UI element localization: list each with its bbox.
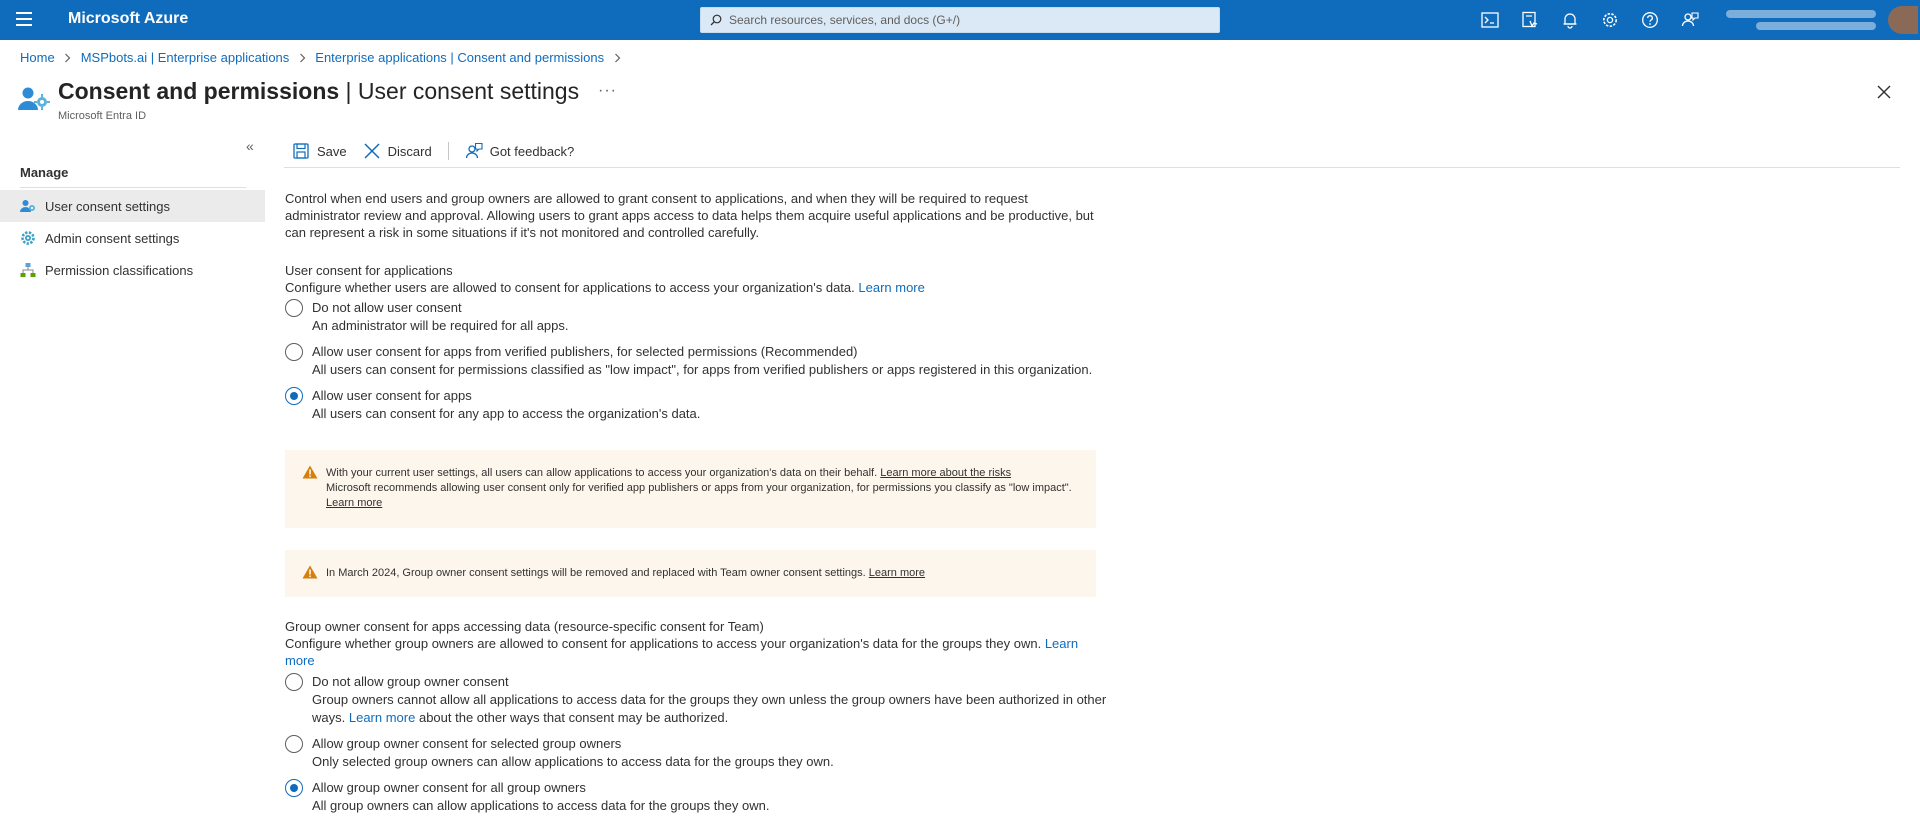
feedback-person-icon bbox=[465, 142, 483, 160]
sidebar-heading: Manage bbox=[20, 165, 69, 180]
help-icon[interactable] bbox=[1630, 8, 1670, 32]
radio-button[interactable] bbox=[285, 673, 303, 691]
search-icon bbox=[710, 14, 722, 26]
breadcrumb-consent-permissions[interactable]: Enterprise applications | Consent and pe… bbox=[315, 50, 604, 65]
radio-button-selected[interactable] bbox=[285, 779, 303, 797]
user-consent-icon bbox=[20, 198, 36, 214]
warning-banner-risk: With your current user settings, all use… bbox=[285, 450, 1096, 528]
radio-button[interactable] bbox=[285, 343, 303, 361]
sidebar-item-label: Permission classifications bbox=[45, 262, 194, 278]
page-subtitle: Microsoft Entra ID bbox=[58, 110, 147, 122]
hierarchy-icon bbox=[20, 262, 36, 278]
feedback-button[interactable]: Got feedback? bbox=[465, 142, 574, 160]
toolbar: Save Discard Got feedback? bbox=[292, 140, 590, 162]
cloud-shell-icon[interactable] bbox=[1470, 8, 1510, 32]
global-search[interactable] bbox=[700, 7, 1220, 33]
notifications-icon[interactable] bbox=[1550, 8, 1590, 32]
sidebar-item-user-consent[interactable]: User consent settings bbox=[0, 190, 265, 222]
warning-banner-march-2024: In March 2024, Group owner consent setti… bbox=[285, 550, 1096, 597]
more-options-icon[interactable]: ··· bbox=[598, 82, 617, 100]
sidebar-item-label: User consent settings bbox=[45, 198, 171, 214]
chevron-right-icon bbox=[610, 53, 624, 63]
warning-icon bbox=[302, 465, 318, 479]
chevron-right-icon bbox=[295, 53, 309, 63]
hamburger-menu-icon[interactable] bbox=[16, 12, 32, 26]
account-info[interactable] bbox=[1716, 8, 1888, 32]
radio-button[interactable] bbox=[285, 299, 303, 317]
consent-permissions-icon bbox=[18, 87, 50, 110]
user-consent-title: User consent for applications bbox=[285, 263, 453, 278]
learn-more-link[interactable]: Learn more bbox=[326, 497, 382, 509]
learn-more-link[interactable]: Learn more bbox=[858, 280, 924, 295]
page-title: Consent and permissions | User consent s… bbox=[58, 78, 580, 104]
sidebar-item-admin-consent[interactable]: Admin consent settings bbox=[0, 222, 265, 254]
sidebar-item-label: Admin consent settings bbox=[45, 230, 180, 246]
sidebar-item-permission-classifications[interactable]: Permission classifications bbox=[0, 254, 265, 286]
save-icon bbox=[292, 142, 310, 160]
toolbar-divider bbox=[447, 142, 449, 160]
user-consent-desc: Configure whether users are allowed to c… bbox=[285, 280, 925, 295]
feedback-icon[interactable] bbox=[1670, 8, 1710, 32]
divider bbox=[20, 187, 246, 188]
discard-icon bbox=[363, 142, 381, 160]
gear-icon bbox=[20, 230, 36, 246]
avatar[interactable] bbox=[1888, 6, 1918, 34]
close-icon[interactable] bbox=[1876, 84, 1892, 100]
settings-icon[interactable] bbox=[1590, 8, 1630, 32]
group-consent-desc: Configure whether group owners are allow… bbox=[285, 636, 1079, 668]
collapse-sidebar-icon[interactable]: « bbox=[246, 138, 254, 154]
directory-filter-icon[interactable] bbox=[1510, 8, 1550, 32]
learn-more-risks-link[interactable]: Learn more about the risks bbox=[880, 467, 1011, 479]
breadcrumb-home[interactable]: Home bbox=[20, 50, 55, 65]
radio-button[interactable] bbox=[285, 735, 303, 753]
radio-button-selected[interactable] bbox=[285, 387, 303, 405]
intro-text: Control when end users and group owners … bbox=[285, 191, 1094, 240]
breadcrumb: Home MSPbots.ai | Enterprise application… bbox=[20, 50, 630, 65]
top-bar: Microsoft Azure bbox=[0, 0, 1920, 40]
warning-icon bbox=[302, 565, 318, 579]
chevron-right-icon bbox=[61, 53, 75, 63]
save-button[interactable]: Save bbox=[292, 142, 347, 160]
search-input[interactable] bbox=[729, 8, 1209, 32]
group-consent-title: Group owner consent for apps accessing d… bbox=[285, 619, 764, 634]
breadcrumb-enterprise-apps[interactable]: MSPbots.ai | Enterprise applications bbox=[81, 50, 290, 65]
discard-button[interactable]: Discard bbox=[363, 142, 432, 160]
divider bbox=[284, 167, 1900, 168]
brand-title[interactable]: Microsoft Azure bbox=[68, 10, 188, 28]
learn-more-link[interactable]: Learn more bbox=[349, 710, 415, 725]
learn-more-link[interactable]: Learn more bbox=[869, 567, 925, 579]
